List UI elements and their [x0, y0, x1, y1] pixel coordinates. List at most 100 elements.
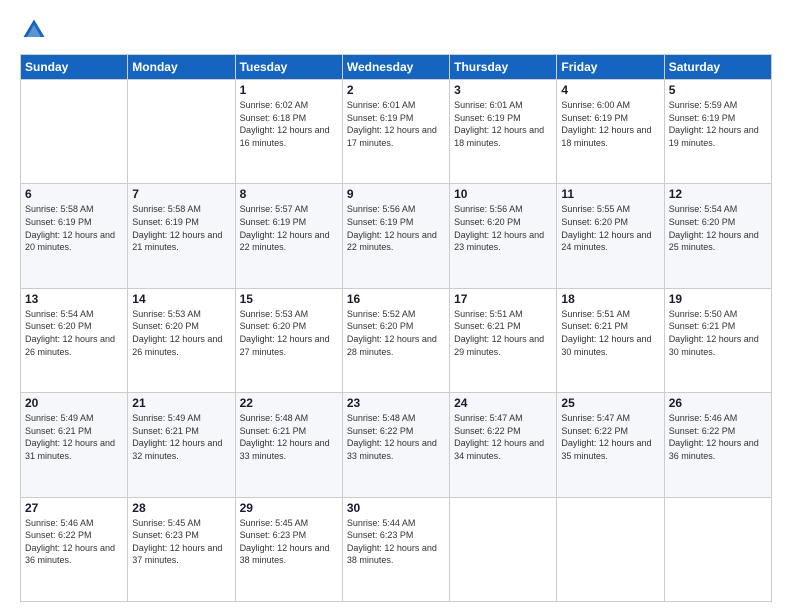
day-number: 20 [25, 396, 123, 410]
header-cell-sunday: Sunday [21, 55, 128, 80]
day-number: 18 [561, 292, 659, 306]
day-info: Sunrise: 5:49 AM Sunset: 6:21 PM Dayligh… [25, 412, 123, 462]
day-info: Sunrise: 5:57 AM Sunset: 6:19 PM Dayligh… [240, 203, 338, 253]
day-info: Sunrise: 5:58 AM Sunset: 6:19 PM Dayligh… [132, 203, 230, 253]
calendar-body: 1 Sunrise: 6:02 AM Sunset: 6:18 PM Daylig… [21, 80, 772, 602]
day-info: Sunrise: 5:48 AM Sunset: 6:21 PM Dayligh… [240, 412, 338, 462]
calendar-cell [557, 497, 664, 601]
calendar-cell: 6 Sunrise: 5:58 AM Sunset: 6:19 PM Daylig… [21, 184, 128, 288]
calendar-cell: 14Sunrise: 5:53 AM Sunset: 6:20 PM Dayli… [128, 288, 235, 392]
day-info: Sunrise: 5:56 AM Sunset: 6:19 PM Dayligh… [347, 203, 445, 253]
day-number: 8 [240, 187, 338, 201]
day-number: 15 [240, 292, 338, 306]
calendar-week-1: 1 Sunrise: 6:02 AM Sunset: 6:18 PM Daylig… [21, 80, 772, 184]
day-info: Sunrise: 5:54 AM Sunset: 6:20 PM Dayligh… [669, 203, 767, 253]
day-number: 28 [132, 501, 230, 515]
header-cell-thursday: Thursday [450, 55, 557, 80]
day-number: 26 [669, 396, 767, 410]
day-number: 13 [25, 292, 123, 306]
calendar-cell: 2 Sunrise: 6:01 AM Sunset: 6:19 PM Daylig… [342, 80, 449, 184]
calendar-week-3: 13 Sunrise: 5:54 AM Sunset: 6:20 PM Dayli… [21, 288, 772, 392]
logo-icon [20, 16, 48, 44]
calendar-cell: 30Sunrise: 5:44 AM Sunset: 6:23 PM Dayli… [342, 497, 449, 601]
calendar-cell: 1 Sunrise: 6:02 AM Sunset: 6:18 PM Daylig… [235, 80, 342, 184]
day-info: Sunrise: 5:51 AM Sunset: 6:21 PM Dayligh… [561, 308, 659, 358]
logo [20, 16, 52, 44]
day-info: Sunrise: 5:47 AM Sunset: 6:22 PM Dayligh… [454, 412, 552, 462]
day-info: Sunrise: 5:45 AM Sunset: 6:23 PM Dayligh… [132, 517, 230, 567]
day-info: Sunrise: 5:49 AM Sunset: 6:21 PM Dayligh… [132, 412, 230, 462]
calendar-cell: 23 Sunrise: 5:48 AM Sunset: 6:22 PM Dayli… [342, 393, 449, 497]
calendar-header: SundayMondayTuesdayWednesdayThursdayFrid… [21, 55, 772, 80]
calendar-cell: 7 Sunrise: 5:58 AM Sunset: 6:19 PM Daylig… [128, 184, 235, 288]
day-info: Sunrise: 5:48 AM Sunset: 6:22 PM Dayligh… [347, 412, 445, 462]
calendar-cell: 27Sunrise: 5:46 AM Sunset: 6:22 PM Dayli… [21, 497, 128, 601]
day-info: Sunrise: 5:51 AM Sunset: 6:21 PM Dayligh… [454, 308, 552, 358]
calendar-cell: 15Sunrise: 5:53 AM Sunset: 6:20 PM Dayli… [235, 288, 342, 392]
day-info: Sunrise: 5:54 AM Sunset: 6:20 PM Dayligh… [25, 308, 123, 358]
header-cell-friday: Friday [557, 55, 664, 80]
day-info: Sunrise: 5:56 AM Sunset: 6:20 PM Dayligh… [454, 203, 552, 253]
calendar-cell [450, 497, 557, 601]
day-number: 5 [669, 83, 767, 97]
day-number: 2 [347, 83, 445, 97]
day-info: Sunrise: 5:50 AM Sunset: 6:21 PM Dayligh… [669, 308, 767, 358]
day-number: 30 [347, 501, 445, 515]
day-number: 12 [669, 187, 767, 201]
day-number: 1 [240, 83, 338, 97]
calendar-week-4: 20 Sunrise: 5:49 AM Sunset: 6:21 PM Dayli… [21, 393, 772, 497]
day-info: Sunrise: 5:47 AM Sunset: 6:22 PM Dayligh… [561, 412, 659, 462]
day-info: Sunrise: 6:02 AM Sunset: 6:18 PM Dayligh… [240, 99, 338, 149]
day-info: Sunrise: 5:46 AM Sunset: 6:22 PM Dayligh… [25, 517, 123, 567]
day-number: 19 [669, 292, 767, 306]
header-cell-monday: Monday [128, 55, 235, 80]
calendar-cell: 8 Sunrise: 5:57 AM Sunset: 6:19 PM Daylig… [235, 184, 342, 288]
day-number: 7 [132, 187, 230, 201]
day-info: Sunrise: 5:55 AM Sunset: 6:20 PM Dayligh… [561, 203, 659, 253]
calendar-cell: 24 Sunrise: 5:47 AM Sunset: 6:22 PM Dayli… [450, 393, 557, 497]
day-info: Sunrise: 5:58 AM Sunset: 6:19 PM Dayligh… [25, 203, 123, 253]
header [20, 16, 772, 44]
day-number: 22 [240, 396, 338, 410]
calendar-week-2: 6 Sunrise: 5:58 AM Sunset: 6:19 PM Daylig… [21, 184, 772, 288]
day-number: 11 [561, 187, 659, 201]
day-number: 25 [561, 396, 659, 410]
calendar-cell: 4 Sunrise: 6:00 AM Sunset: 6:19 PM Daylig… [557, 80, 664, 184]
day-info: Sunrise: 6:01 AM Sunset: 6:19 PM Dayligh… [347, 99, 445, 149]
day-number: 4 [561, 83, 659, 97]
calendar-cell: 17 Sunrise: 5:51 AM Sunset: 6:21 PM Dayli… [450, 288, 557, 392]
calendar-cell: 9 Sunrise: 5:56 AM Sunset: 6:19 PM Daylig… [342, 184, 449, 288]
calendar-cell: 16Sunrise: 5:52 AM Sunset: 6:20 PM Dayli… [342, 288, 449, 392]
day-number: 3 [454, 83, 552, 97]
calendar-cell: 3Sunrise: 6:01 AM Sunset: 6:19 PM Daylig… [450, 80, 557, 184]
day-info: Sunrise: 6:00 AM Sunset: 6:19 PM Dayligh… [561, 99, 659, 149]
header-row: SundayMondayTuesdayWednesdayThursdayFrid… [21, 55, 772, 80]
calendar-cell [21, 80, 128, 184]
day-number: 16 [347, 292, 445, 306]
day-number: 17 [454, 292, 552, 306]
day-info: Sunrise: 5:45 AM Sunset: 6:23 PM Dayligh… [240, 517, 338, 567]
calendar-cell: 20 Sunrise: 5:49 AM Sunset: 6:21 PM Dayli… [21, 393, 128, 497]
calendar-table: SundayMondayTuesdayWednesdayThursdayFrid… [20, 54, 772, 602]
calendar-cell: 18 Sunrise: 5:51 AM Sunset: 6:21 PM Dayli… [557, 288, 664, 392]
day-number: 29 [240, 501, 338, 515]
calendar-cell: 10Sunrise: 5:56 AM Sunset: 6:20 PM Dayli… [450, 184, 557, 288]
day-number: 23 [347, 396, 445, 410]
header-cell-saturday: Saturday [664, 55, 771, 80]
calendar-cell: 12 Sunrise: 5:54 AM Sunset: 6:20 PM Dayli… [664, 184, 771, 288]
header-cell-tuesday: Tuesday [235, 55, 342, 80]
page: SundayMondayTuesdayWednesdayThursdayFrid… [0, 0, 792, 612]
calendar-cell: 21 Sunrise: 5:49 AM Sunset: 6:21 PM Dayli… [128, 393, 235, 497]
calendar-cell: 28 Sunrise: 5:45 AM Sunset: 6:23 PM Dayli… [128, 497, 235, 601]
calendar-cell: 19 Sunrise: 5:50 AM Sunset: 6:21 PM Dayli… [664, 288, 771, 392]
day-number: 9 [347, 187, 445, 201]
header-cell-wednesday: Wednesday [342, 55, 449, 80]
calendar-cell [664, 497, 771, 601]
calendar-cell: 5Sunrise: 5:59 AM Sunset: 6:19 PM Daylig… [664, 80, 771, 184]
calendar-cell [128, 80, 235, 184]
day-number: 21 [132, 396, 230, 410]
day-number: 6 [25, 187, 123, 201]
day-info: Sunrise: 5:53 AM Sunset: 6:20 PM Dayligh… [132, 308, 230, 358]
calendar-week-5: 27Sunrise: 5:46 AM Sunset: 6:22 PM Dayli… [21, 497, 772, 601]
day-number: 24 [454, 396, 552, 410]
